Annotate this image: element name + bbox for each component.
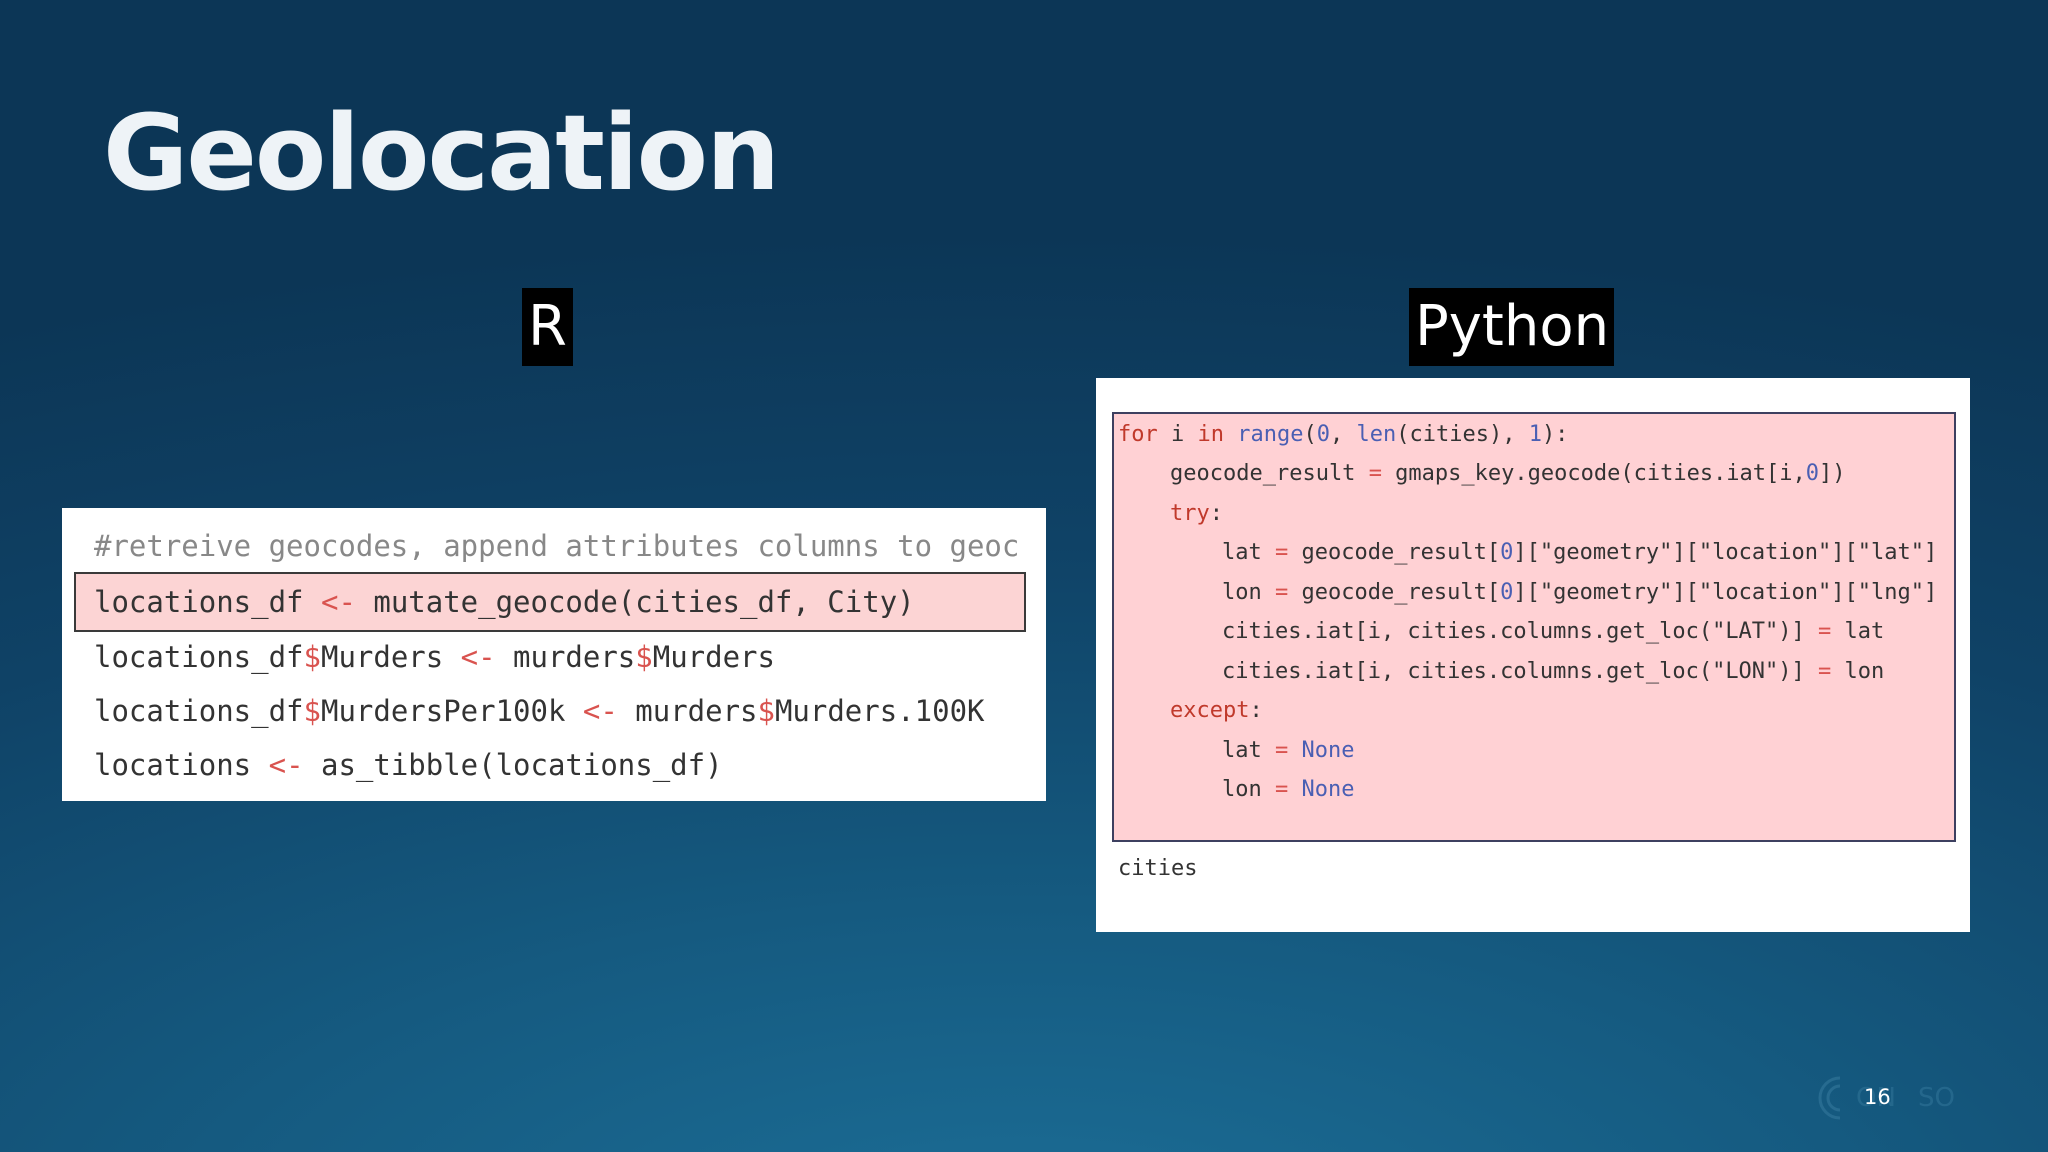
page-number: 16: [1864, 1085, 1891, 1109]
r-code-comment: #retreive geocodes, append attributes co…: [94, 529, 1020, 563]
python-code-panel: for i in range(0, len(cities), 1): geoco…: [1096, 378, 1970, 932]
python-code-line: lon = geocode_result[0]["geometry"]["loc…: [1222, 580, 1938, 605]
python-code-line: lat = None: [1222, 738, 1355, 763]
python-language-label: Python: [1409, 288, 1614, 366]
r-code-line: locations <- as_tibble(locations_df): [94, 748, 723, 782]
slide-title: Geolocation: [103, 92, 780, 214]
r-code-line: locations_df$Murders <- murders$Murders: [94, 640, 775, 674]
python-code-line: for i in range(0, len(cities), 1):: [1118, 422, 1569, 447]
python-code-line: lon = None: [1222, 777, 1355, 802]
python-code-block: for i in range(0, len(cities), 1): geoco…: [1112, 412, 1956, 842]
python-code-line: geocode_result = gmaps_key.geocode(citie…: [1170, 461, 1846, 486]
r-code-line: locations_df <- mutate_geocode(cities_df…: [94, 585, 915, 619]
r-language-label: R: [522, 288, 573, 366]
svg-text:SO: SO: [1918, 1083, 1955, 1113]
python-code-trailing-line: cities: [1118, 856, 1198, 881]
r-code-line: locations_df$MurdersPer100k <- murders$M…: [94, 694, 985, 728]
python-code-line: except:: [1170, 698, 1263, 723]
python-code-line: cities.iat[i, cities.columns.get_loc("LA…: [1222, 619, 1885, 644]
r-code-panel: #retreive geocodes, append attributes co…: [62, 508, 1046, 801]
python-code-line: try:: [1170, 501, 1223, 526]
python-code-line: cities.iat[i, cities.columns.get_loc("LO…: [1222, 659, 1885, 684]
python-code-line: lat = geocode_result[0]["geometry"]["loc…: [1222, 540, 1938, 565]
